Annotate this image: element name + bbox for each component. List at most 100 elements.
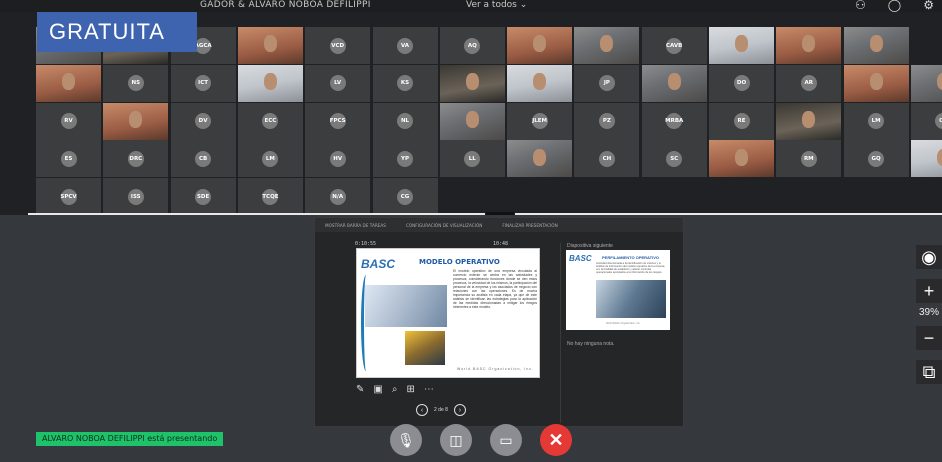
people-icon[interactable]: ⚇ [855,0,866,12]
participant-tile[interactable]: CG [372,178,438,216]
meeting-title: GADOR & ALVARO NOBOA DEFILIPPI [200,0,371,10]
participant-video[interactable] [237,64,303,102]
basc-logo: BASC [569,254,592,263]
participant-video[interactable] [507,140,573,178]
view-all-button[interactable]: Ver a todos ⌄ [466,0,527,10]
participant-tile[interactable]: NS [103,64,169,102]
participant-tile[interactable]: NL [372,102,438,140]
popout-icon[interactable]: ⧉ [916,360,942,384]
participant-video[interactable] [843,27,909,64]
previous-slide-button[interactable]: ‹ [416,404,428,416]
share-screen-button[interactable]: ▭ [490,424,522,456]
participant-tile[interactable]: TCQE [237,178,303,216]
participant-tile[interactable]: LV [305,64,371,102]
participant-video[interactable] [507,27,573,64]
participant-tile[interactable]: AR [776,64,842,102]
participant-video[interactable] [439,64,505,102]
participant-tile[interactable]: ES [36,140,101,178]
settings-icon[interactable]: ⚙ [923,0,934,12]
speaker-notes: No hay ninguna nota. [567,341,615,347]
more-icon[interactable]: ⋯ [424,384,434,395]
next-slide-label: Diapositiva siguiente [567,243,613,249]
chat-icon[interactable]: ◯ [888,0,901,12]
free-version-badge: GRATUITA [37,12,197,52]
participant-video[interactable] [776,27,842,64]
participant-tile[interactable]: JLEM [507,102,573,140]
participant-tile[interactable]: DO [709,64,774,102]
participant-avatar: LM [262,150,279,167]
participant-avatar: CB [195,150,212,167]
participant-avatar: SC [666,150,683,167]
participant-video[interactable] [507,64,573,102]
participant-tile[interactable]: GQ [843,140,909,178]
participant-tile[interactable]: RV [36,102,101,140]
participant-video[interactable] [103,102,169,140]
participant-tile[interactable]: VA [372,27,438,64]
participant-video[interactable] [439,102,505,140]
end-call-button[interactable]: ✕ [540,424,572,456]
show-taskbar-button[interactable]: MOSTRAR BARRA DE TAREAS [325,223,386,228]
participant-avatar: ES [60,150,77,167]
participant-tile[interactable]: YP [372,140,438,178]
participant-tile[interactable]: FPCS [305,102,371,140]
participant-video[interactable] [843,64,909,102]
participant-tile[interactable]: CH [910,102,942,140]
participant-tile[interactable]: DV [170,102,236,140]
participant-tile[interactable]: SPCV [36,178,101,216]
participant-video[interactable] [574,27,640,64]
participant-tile[interactable]: KS [372,64,438,102]
next-slide-button[interactable]: › [453,404,466,416]
participant-tile[interactable]: LM [843,102,909,140]
participant-avatar: LL [464,150,481,167]
camera-icon[interactable]: ◉ [916,245,942,269]
participant-video[interactable] [910,64,942,102]
participant-tile[interactable]: RM [776,140,842,178]
mute-microphone-button[interactable]: 🎙 [390,424,422,456]
zoom-in-button[interactable]: + [916,279,942,303]
participant-tile[interactable]: PZ [574,102,640,140]
participant-tile[interactable]: AQ [439,27,505,64]
participant-avatar: FPCS [329,113,346,130]
participant-tile[interactable]: LL [439,140,505,178]
participant-avatar: CH [935,113,942,130]
toggle-video-button[interactable]: ◫ [440,424,472,456]
display-settings-button[interactable]: CONFIGURACIÓN DE VISUALIZACIÓN [406,223,482,228]
participant-tile[interactable]: ICT [170,64,236,102]
participant-video[interactable] [709,140,774,178]
participant-tile[interactable]: HV [305,140,371,178]
participant-video[interactable] [709,27,774,64]
participant-tile[interactable]: SC [641,140,707,178]
participant-tile[interactable]: SDE [170,178,236,216]
participant-tile[interactable]: ECC [237,102,303,140]
participant-avatar: RM [800,150,817,167]
zoom-out-button[interactable]: − [916,326,942,350]
participant-video[interactable] [641,64,707,102]
participant-tile[interactable]: N/A [305,178,371,216]
participant-tile[interactable]: RE [709,102,774,140]
participant-avatar: JP [598,75,615,92]
participant-tile[interactable]: DRC [103,140,169,178]
participant-tile[interactable]: CAVB [641,27,707,64]
participant-tile[interactable]: CB [170,140,236,178]
participant-tile[interactable]: JP [574,64,640,102]
participant-avatar: LV [329,75,346,92]
participant-tile[interactable]: ISS [103,178,169,216]
participant-video[interactable] [36,64,101,102]
participant-avatar: N/A [329,188,346,205]
participant-video[interactable] [776,102,842,140]
participant-avatar: GQ [868,150,885,167]
participant-tile[interactable]: MRBA [641,102,707,140]
participant-video[interactable] [910,140,942,178]
screen-share-icon: ▭ [499,431,513,448]
current-slide: BASC MODELO OPERATIVO El modelo operativ… [356,248,540,378]
participant-tile[interactable]: LM [237,140,303,178]
participant-tile[interactable]: CH [574,140,640,178]
zoom-icon[interactable]: ⌕ [392,384,398,395]
participant-avatar: LM [868,113,885,130]
pen-icon[interactable]: ✎ [356,384,364,395]
end-presentation-button[interactable]: FINALIZAR PRESENTACIÓN [502,223,557,228]
screen-icon[interactable]: ⊞ [406,384,414,395]
participant-video[interactable] [237,27,303,64]
participant-tile[interactable]: VCD [305,27,371,64]
grid-icon[interactable]: ▣ [373,384,382,395]
